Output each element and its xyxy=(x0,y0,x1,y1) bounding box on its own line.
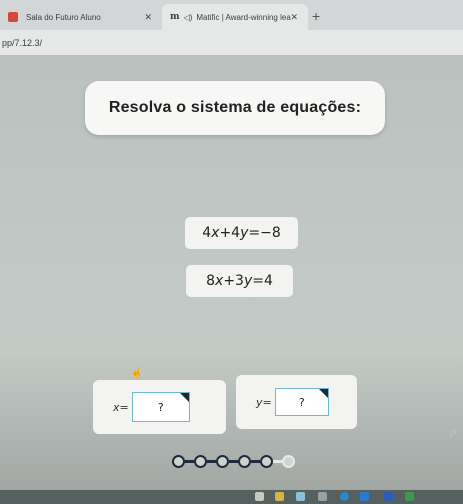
partial-text: P xyxy=(450,429,457,440)
tab-matific[interactable]: m ◁) Matific | Award-winning lea ✕ xyxy=(162,4,308,30)
progress-step xyxy=(238,455,251,468)
answer-y-label: y= xyxy=(256,395,272,409)
matific-favicon-icon: m xyxy=(170,12,180,22)
progress-step xyxy=(282,455,295,468)
question-title: Resolva o sistema de equações: xyxy=(108,99,362,116)
answer-x-card: x= ? xyxy=(93,380,226,434)
equation-2: 8 x +3 y =4 xyxy=(186,265,293,297)
progress-step xyxy=(216,455,229,468)
progress-link xyxy=(273,460,282,463)
coef-x: 4 xyxy=(202,225,212,241)
hand-cursor-icon: ☝ xyxy=(130,368,143,379)
address-bar[interactable]: pp/7.12.3/ xyxy=(0,30,463,56)
y-input[interactable]: ? xyxy=(274,388,329,416)
coef-y: +4 xyxy=(219,225,241,241)
taskbar-app-icon[interactable] xyxy=(384,492,393,501)
url-text: pp/7.12.3/ xyxy=(2,37,43,48)
progress-step xyxy=(260,455,273,468)
equation-1: 4 x +4 y =−8 xyxy=(185,217,298,249)
folder-icon[interactable] xyxy=(275,492,284,501)
x-input[interactable]: ? xyxy=(131,392,190,422)
answer-y-card: y= ? xyxy=(236,375,357,429)
dropdown-corner-icon xyxy=(318,389,328,398)
progress-link xyxy=(229,460,238,463)
rhs: =−8 xyxy=(248,225,281,241)
coef-y: +3 xyxy=(223,273,244,289)
taskbar-app-icon[interactable] xyxy=(318,492,327,501)
y-value: ? xyxy=(298,395,305,409)
taskbar-app-icon[interactable] xyxy=(360,492,369,501)
var-x: x xyxy=(215,273,224,289)
progress-tracker xyxy=(172,455,295,468)
taskbar-app-icon[interactable] xyxy=(296,492,305,501)
question-card: Resolva o sistema de equações: xyxy=(85,81,385,135)
taskbar-app-icon[interactable] xyxy=(255,492,264,501)
sala-favicon-icon xyxy=(8,12,18,22)
taskbar xyxy=(0,490,463,504)
browser-tab-bar: Sala do Futuro Aluno ✕ m ◁) Matific | Aw… xyxy=(0,0,463,30)
rhs: =4 xyxy=(252,273,273,289)
var-y: y xyxy=(240,225,249,241)
activity-area: Resolva o sistema de equações: 4 x +4 y =−8 … xyxy=(0,57,463,504)
tab-sala-do-futuro[interactable]: Sala do Futuro Aluno ✕ xyxy=(0,4,162,30)
progress-step xyxy=(172,455,185,468)
taskbar-app-icon[interactable] xyxy=(405,492,414,501)
browser-icon[interactable] xyxy=(340,492,349,501)
coef-x: 8 xyxy=(206,273,216,289)
tab-title: Sala do Futuro Aluno xyxy=(26,12,101,22)
close-tab-icon[interactable]: ✕ xyxy=(144,12,152,23)
answer-x-label: x= xyxy=(113,400,129,414)
var-y: y xyxy=(243,273,253,289)
tab-title: Matific | Award-winning lea xyxy=(196,12,291,22)
progress-link xyxy=(251,460,260,463)
progress-step xyxy=(194,455,207,468)
x-value: ? xyxy=(157,400,164,414)
progress-link xyxy=(185,460,194,463)
progress-link xyxy=(207,460,216,463)
var-x: x xyxy=(211,225,220,241)
dropdown-corner-icon xyxy=(179,393,189,402)
close-tab-icon[interactable]: ✕ xyxy=(290,12,298,23)
new-tab-button[interactable]: + xyxy=(312,8,320,24)
speaker-icon[interactable]: ◁) xyxy=(184,13,193,22)
